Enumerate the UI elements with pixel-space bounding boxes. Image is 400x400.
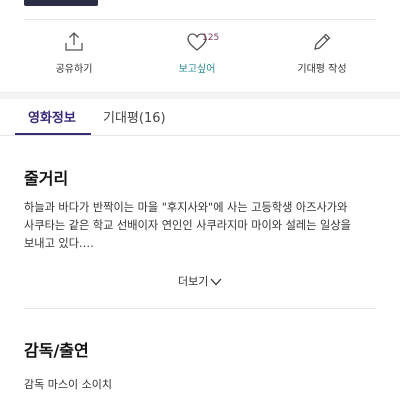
pencil-icon	[314, 33, 331, 50]
director-line: 감독 마스이 소이치	[24, 378, 112, 391]
tab-bar: 영화정보 기대평(16)	[0, 99, 400, 135]
divider	[0, 135, 400, 136]
more-button[interactable]: 더보기	[178, 273, 222, 289]
share-label: 공유하기	[55, 64, 93, 75]
section-separator	[0, 92, 400, 99]
write-review-button[interactable]: 기대평 작성	[277, 30, 367, 75]
divider	[24, 308, 376, 309]
share-button[interactable]: 공유하기	[29, 30, 119, 75]
tab-reviews[interactable]: 기대평(16)	[103, 107, 166, 126]
wish-count-badge: 125	[202, 33, 220, 43]
divider	[24, 19, 376, 20]
wish-button[interactable]: 125 보고싶어	[152, 30, 242, 75]
synopsis-title: 줄거리	[24, 169, 69, 188]
more-label: 더보기	[178, 275, 209, 288]
synopsis-text: 하늘과 바다가 반짝이는 마을 "후지사와"에 사는 고등학생 아즈사가와 사쿠…	[24, 201, 351, 250]
wish-label: 보고싶어	[178, 64, 216, 75]
chevron-down-icon	[210, 278, 222, 286]
tab-movie-info[interactable]: 영화정보	[28, 107, 76, 126]
share-icon	[65, 32, 83, 51]
poster-thumbnail	[24, 0, 98, 6]
write-review-label: 기대평 작성	[297, 64, 347, 75]
action-bar: 공유하기 125 보고싶어 기대평 작성	[0, 30, 400, 75]
cast-title: 감독/출연	[24, 341, 89, 360]
